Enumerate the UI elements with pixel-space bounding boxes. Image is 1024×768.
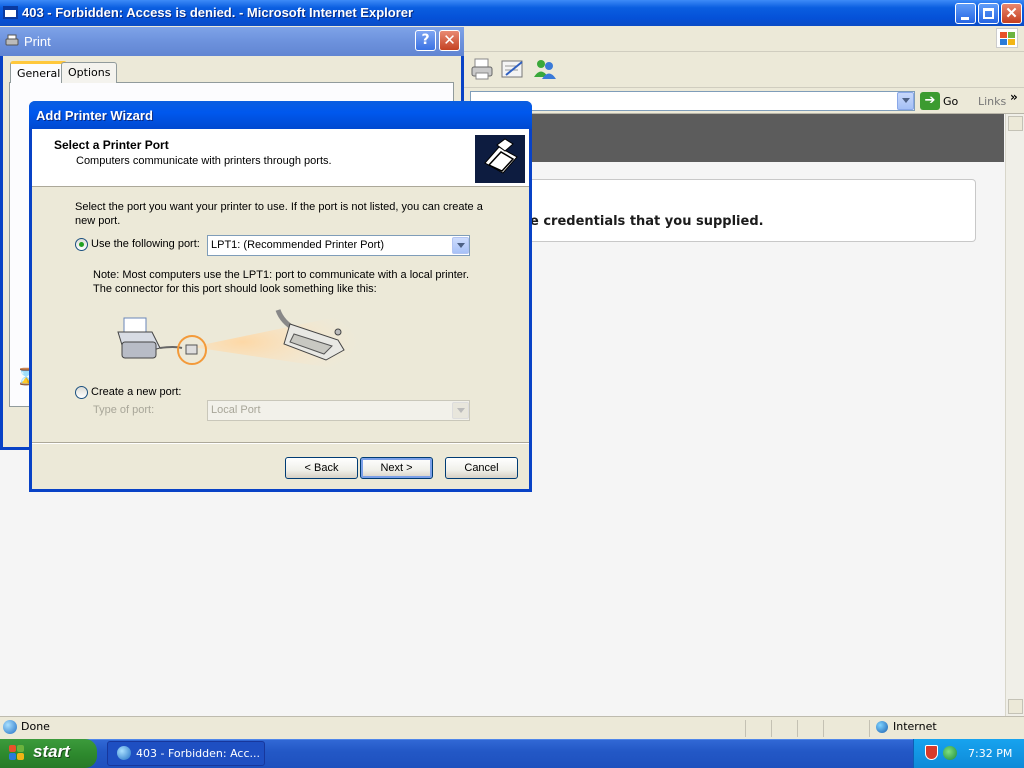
close-button[interactable]: ✕ [1001, 3, 1022, 24]
internet-zone-icon [876, 721, 888, 733]
messenger-toolbar-icon[interactable] [532, 57, 558, 81]
links-label[interactable]: Links [978, 95, 1006, 108]
use-existing-port-radio[interactable] [75, 238, 88, 251]
ie-status-bar [0, 716, 1024, 739]
ie-task-icon [117, 746, 131, 760]
next-button[interactable]: Next > [360, 457, 433, 479]
address-input[interactable] [470, 91, 915, 111]
printer-connector-illustration-icon [117, 309, 360, 372]
security-alert-icon[interactable] [925, 745, 938, 760]
windows-flag-icon [9, 745, 26, 761]
use-existing-port-label[interactable]: Use the following port: [91, 238, 200, 250]
print-dialog-title: Print [24, 34, 51, 49]
network-icon[interactable] [943, 746, 957, 760]
edit-toolbar-icon[interactable] [500, 58, 526, 80]
port-select-value[interactable]: LPT1: (Recommended Printer Port) [211, 239, 384, 251]
create-new-port-radio[interactable] [75, 386, 88, 399]
start-label[interactable]: start [33, 742, 70, 762]
go-arrow-icon[interactable]: ➔ [920, 92, 940, 110]
error-message-box [530, 179, 976, 242]
error-message-text: e credentials that you supplied. [530, 214, 764, 229]
error-header-band [530, 114, 1004, 162]
page-status-icon [3, 720, 17, 734]
close-icon: ✕ [1005, 5, 1018, 22]
port-type-value: Local Port [211, 404, 261, 416]
printer-icon [5, 34, 19, 46]
hourglass-icon: ⌛ [16, 367, 36, 386]
lpt-note-text: Note: Most computers use the LPT1: port … [93, 269, 470, 295]
taskbar-ie-label[interactable]: 403 - Forbidden: Acc... [136, 747, 260, 760]
links-chevron-icon[interactable]: » [1010, 90, 1018, 104]
ie-titlebar[interactable]: 403 - Forbidden: Access is denied. - Mic… [0, 0, 1024, 26]
clock[interactable]: 7:32 PM [968, 747, 1012, 760]
print-close-button[interactable]: ✕ [439, 30, 460, 51]
minimize-icon [961, 17, 969, 20]
port-type-dropdown-icon [452, 402, 469, 419]
create-new-port-label[interactable]: Create a new port: [91, 386, 182, 398]
port-select-dropdown-icon[interactable] [452, 237, 469, 254]
maximize-button[interactable] [978, 3, 999, 24]
scroll-up-button[interactable] [1008, 116, 1023, 131]
scroll-down-button[interactable] [1008, 699, 1023, 714]
tab-options[interactable]: Options [61, 62, 118, 83]
help-button[interactable]: ? [415, 30, 436, 51]
print-dialog-titlebar[interactable] [0, 27, 464, 56]
wizard-step-title: Select a Printer Port [54, 138, 169, 152]
vertical-scrollbar[interactable] [1005, 114, 1024, 716]
status-text: Done [21, 720, 50, 733]
wizard-title: Add Printer Wizard [36, 108, 153, 123]
print-toolbar-icon[interactable] [470, 57, 494, 81]
windows-logo-icon [996, 28, 1018, 48]
wizard-button-divider [32, 442, 529, 444]
ie-window-icon [3, 6, 18, 19]
go-button-label[interactable]: Go [943, 95, 958, 108]
wizard-step-subtitle: Computers communicate with printers thro… [76, 155, 332, 167]
tab-general[interactable]: General [10, 61, 68, 83]
address-dropdown-button[interactable] [897, 92, 914, 110]
ie-window-title: 403 - Forbidden: Access is denied. - Mic… [22, 5, 414, 20]
wizard-intro-text: Select the port you want your printer to… [75, 201, 483, 227]
wizard-printer-logo-icon [475, 135, 525, 183]
minimize-button[interactable] [955, 3, 976, 24]
port-type-label: Type of port: [93, 404, 155, 416]
maximize-icon [983, 8, 994, 19]
cancel-button[interactable]: Cancel [445, 457, 518, 479]
security-zone-label: Internet [893, 720, 937, 733]
back-button[interactable]: < Back [285, 457, 358, 479]
